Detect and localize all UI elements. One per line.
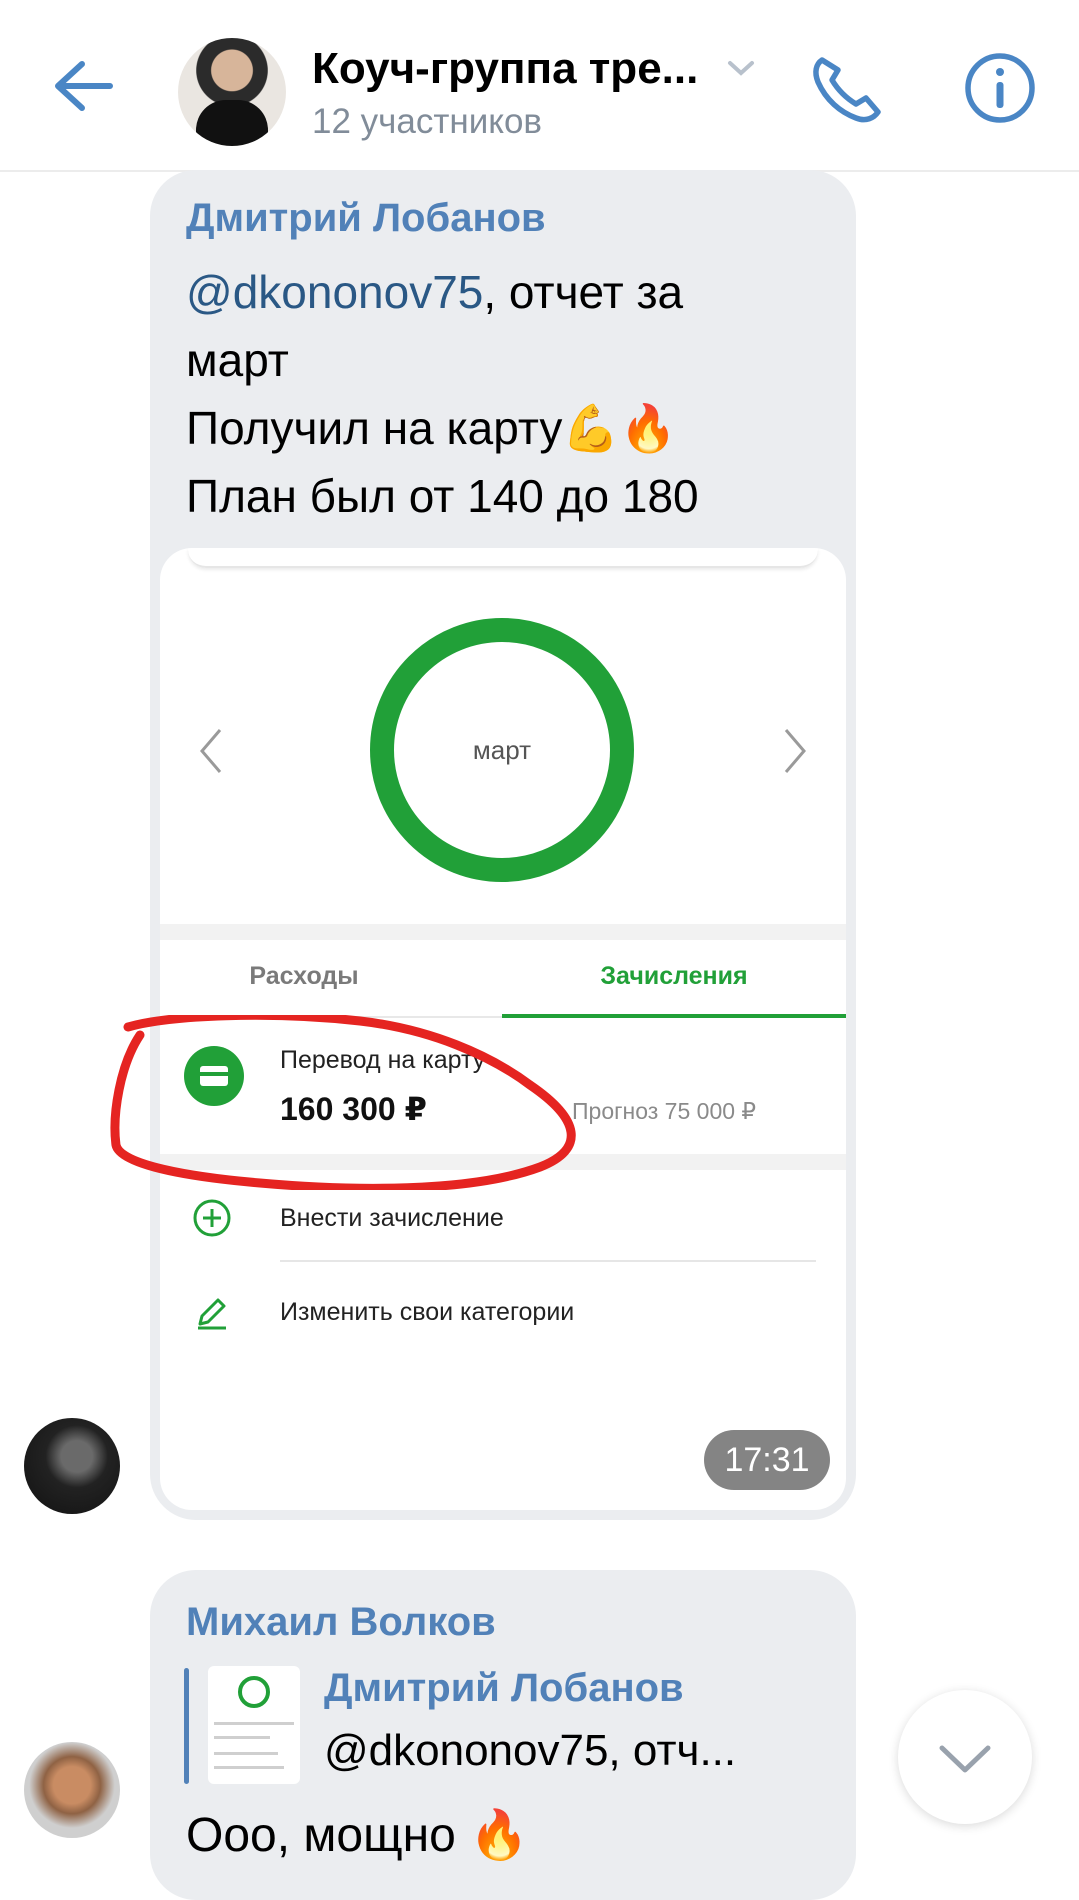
back-arrow-icon[interactable] (52, 58, 114, 114)
chat-header: Коуч-группа тре... 12 участников (0, 0, 1079, 172)
red-highlight-circle (110, 1015, 576, 1190)
edit-categories-label: Изменить свои категории (280, 1298, 575, 1326)
emoji: 💪🔥 (562, 402, 677, 454)
fire-emoji: 🔥 (469, 1809, 529, 1862)
chevron-right-icon (784, 729, 806, 773)
info-icon[interactable] (964, 52, 1036, 124)
chat-title[interactable]: Коуч-группа тре... (312, 44, 698, 94)
reply-sender[interactable]: Дмитрий Лобанов (324, 1666, 684, 1711)
forecast-text: Прогноз 75 000 ₽ (572, 1098, 757, 1124)
reply-bar (184, 1668, 189, 1784)
phone-icon[interactable] (808, 52, 884, 124)
message-text: @dkononov75, отчет за март Получил на ка… (186, 266, 699, 522)
sender-avatar[interactable] (24, 1418, 120, 1514)
member-count: 12 участников (312, 102, 543, 141)
reply-thumbnail[interactable] (208, 1666, 300, 1784)
chevron-down-icon (939, 1745, 991, 1773)
chevron-left-icon (200, 729, 222, 773)
tab-income: Зачисления (600, 962, 748, 990)
reply-text[interactable]: @dkononov75, отч... (324, 1726, 736, 1776)
tab-expenses: Расходы (249, 962, 359, 990)
message-sender[interactable]: Дмитрий Лобанов (186, 196, 546, 241)
message-text: Ооо, мощно 🔥 (186, 1809, 529, 1862)
message-time: 17:31 (704, 1430, 830, 1490)
add-income-label: Внести зачисление (280, 1204, 504, 1232)
chat-avatar[interactable] (178, 38, 286, 146)
message-sender[interactable]: Михаил Волков (186, 1600, 496, 1645)
scroll-down-button[interactable] (898, 1690, 1032, 1824)
chevron-down-icon[interactable] (726, 58, 756, 78)
plus-circle-icon (193, 1199, 231, 1237)
sender-avatar[interactable] (24, 1742, 120, 1838)
pencil-icon (198, 1298, 226, 1330)
mention-link[interactable]: @dkononov75 (186, 266, 483, 318)
ring-label: март (472, 735, 532, 765)
